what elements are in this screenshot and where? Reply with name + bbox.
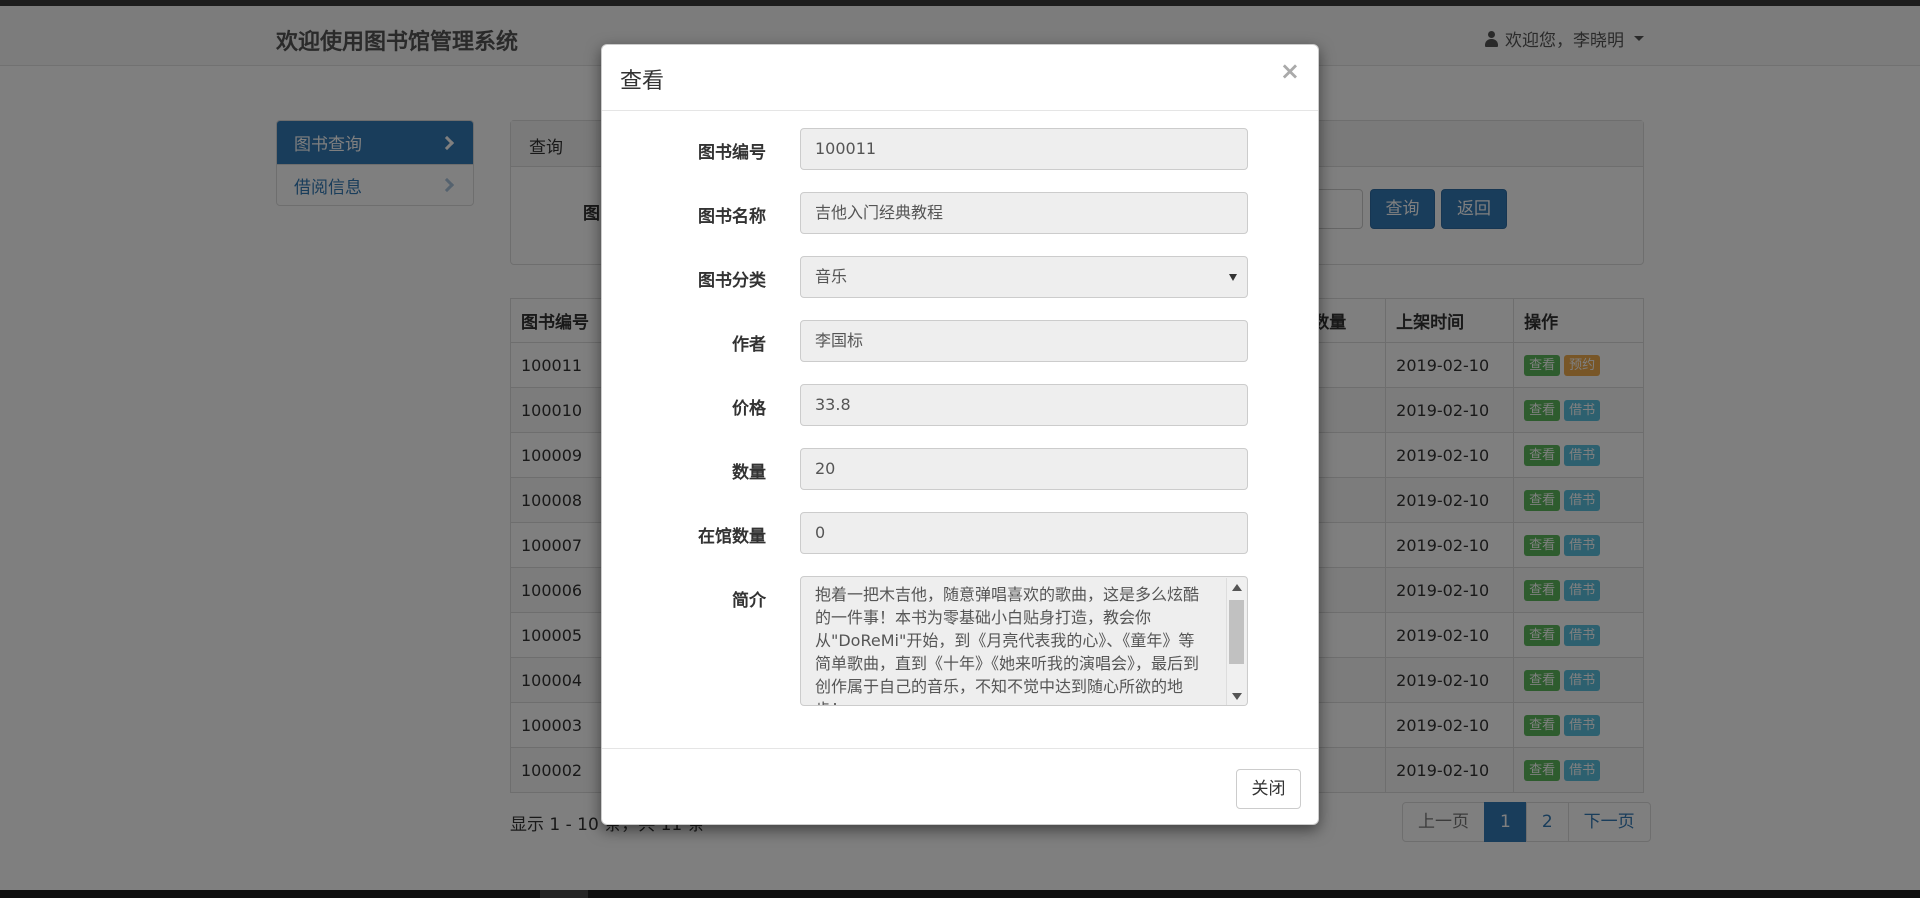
in-library-field[interactable]: 0	[800, 512, 1248, 554]
book-id-field[interactable]: 100011	[800, 128, 1248, 170]
category-select-value: 音乐	[815, 267, 848, 286]
category-select[interactable]: 音乐	[800, 256, 1248, 298]
modal-title: 查看	[620, 69, 665, 94]
field-label: 图书名称	[698, 207, 766, 227]
field-label: 图书分类	[698, 271, 766, 291]
book-name-field[interactable]: 吉他入门经典教程	[800, 192, 1248, 234]
field-label: 简介	[732, 591, 766, 611]
close-icon[interactable]: ×	[1280, 57, 1300, 85]
price-field[interactable]: 33.8	[800, 384, 1248, 426]
form-row-intro: 简介 抱着一把木吉他，随意弹唱喜欢的歌曲，这是多么炫酷的一件事！本书为零基础小白…	[602, 576, 1320, 706]
field-label: 图书编号	[698, 143, 766, 163]
quantity-field[interactable]: 20	[800, 448, 1248, 490]
form-row-in-library: 在馆数量 0	[602, 512, 1320, 554]
form-row-category: 图书分类 音乐	[602, 256, 1320, 298]
textarea-scrollbar[interactable]	[1226, 578, 1246, 705]
field-label: 在馆数量	[698, 527, 766, 547]
form-row-book-id: 图书编号 100011	[602, 128, 1320, 170]
field-label: 作者	[732, 335, 766, 355]
view-book-modal: 查看 × 图书编号 100011 图书名称 吉他入门经典教程 图书分类 音乐 作…	[601, 44, 1319, 825]
modal-body: 图书编号 100011 图书名称 吉他入门经典教程 图书分类 音乐 作者 李国标…	[602, 111, 1318, 751]
form-row-price: 价格 33.8	[602, 384, 1320, 426]
form-row-quantity: 数量 20	[602, 448, 1320, 490]
modal-footer: 关闭	[602, 748, 1318, 824]
form-row-author: 作者 李国标	[602, 320, 1320, 362]
scroll-up-icon[interactable]	[1232, 584, 1242, 591]
close-button[interactable]: 关闭	[1236, 769, 1301, 809]
intro-text: 抱着一把木吉他，随意弹唱喜欢的歌曲，这是多么炫酷的一件事！本书为零基础小白贴身打…	[815, 585, 1200, 705]
intro-textarea[interactable]: 抱着一把木吉他，随意弹唱喜欢的歌曲，这是多么炫酷的一件事！本书为零基础小白贴身打…	[800, 576, 1248, 706]
scroll-down-icon[interactable]	[1232, 693, 1242, 700]
form-row-book-name: 图书名称 吉他入门经典教程	[602, 192, 1320, 234]
scroll-thumb[interactable]	[1229, 600, 1244, 664]
field-label: 价格	[732, 399, 766, 419]
field-label: 数量	[732, 463, 766, 483]
modal-header: 查看 ×	[602, 45, 1318, 111]
dropdown-arrow-icon	[1229, 274, 1237, 281]
author-field[interactable]: 李国标	[800, 320, 1248, 362]
